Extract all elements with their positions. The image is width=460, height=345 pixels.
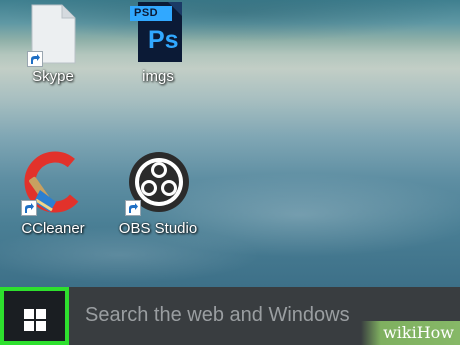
psd-badge: PSD xyxy=(134,7,159,19)
desktop-icon-obs-studio[interactable]: OBS Studio xyxy=(108,150,208,237)
photoshop-psd-file-icon: PSD Ps xyxy=(128,0,188,64)
desktop-icon-imgs[interactable]: PSD Ps imgs xyxy=(108,0,208,85)
search-placeholder: Search the web and Windows xyxy=(85,304,350,326)
ccleaner-icon xyxy=(21,150,86,216)
blank-file-icon xyxy=(27,4,76,67)
desktop-icon-label: imgs xyxy=(142,68,174,85)
start-button[interactable] xyxy=(0,287,69,345)
watermark: wikiHow xyxy=(361,321,460,345)
shortcut-arrow-icon xyxy=(125,200,141,216)
shortcut-arrow-icon xyxy=(21,200,37,216)
desktop-icon-label: OBS Studio xyxy=(118,220,198,237)
desktop-icon-skype[interactable]: Skype xyxy=(3,4,103,85)
shortcut-arrow-icon xyxy=(27,51,43,67)
desktop-icon-label: Skype xyxy=(32,68,74,85)
desktop-icon-label: CCleaner xyxy=(21,220,85,237)
windows-logo-icon xyxy=(24,309,46,331)
desktop: Skype PSD Ps imgs CCleaner OBS Studio xyxy=(0,0,460,287)
photoshop-mark: Ps xyxy=(148,26,179,54)
taskbar: Search the web and Windows wikiHow xyxy=(0,287,460,345)
obs-studio-icon xyxy=(125,150,189,216)
desktop-icon-ccleaner[interactable]: CCleaner xyxy=(3,150,103,237)
